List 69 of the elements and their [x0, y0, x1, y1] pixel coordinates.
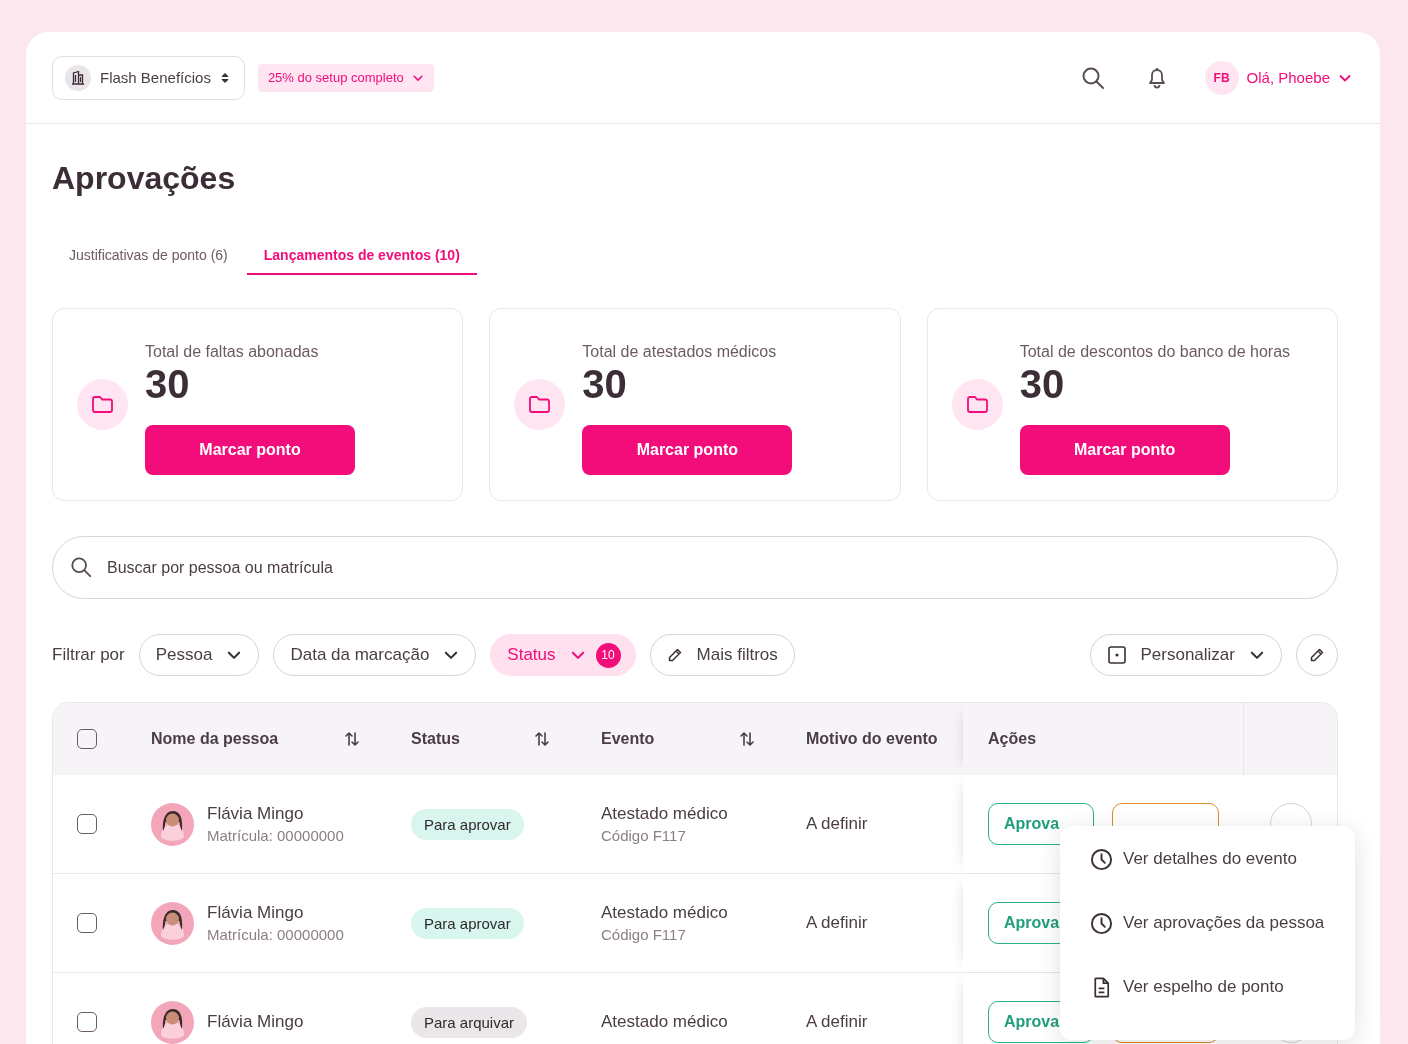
filter-chip[interactable]: Mais filtros [649, 634, 795, 676]
row-checkbox[interactable] [77, 1012, 97, 1032]
building-icon [65, 64, 91, 91]
company-selector[interactable]: Flash Benefícios [52, 55, 245, 100]
event-reason: A definir [806, 913, 868, 933]
filter-label: Filtrar por [52, 645, 125, 665]
filter-chip[interactable]: Data da marcação [273, 634, 477, 676]
event-reason: A definir [806, 1012, 868, 1032]
mark-button[interactable]: Marcar ponto [145, 424, 355, 475]
clock-icon [1090, 911, 1113, 935]
avatar [151, 901, 194, 945]
setup-progress-button[interactable]: 25% do setup completo [257, 63, 434, 92]
event-name: Atestado médico [601, 903, 728, 923]
select-all-checkbox[interactable] [77, 729, 97, 749]
row-checkbox[interactable] [77, 814, 97, 834]
filter-chip[interactable]: Pessoa [138, 634, 260, 676]
avatar [151, 1000, 194, 1044]
column-header: Ações [988, 730, 1037, 748]
folder-icon [77, 379, 128, 430]
row-checkbox[interactable] [77, 913, 97, 933]
column-header: Nome da pessoa [151, 730, 279, 748]
customize-button[interactable]: Personalizar [1089, 634, 1282, 676]
menu-item[interactable]: Ver detalhes do evento [1090, 845, 1355, 873]
pencil-icon [1309, 647, 1325, 663]
edit-button[interactable] [1296, 634, 1338, 676]
page-title: Aprovações [52, 160, 236, 197]
person-name: Flávia Mingo [207, 903, 305, 923]
status-badge: Para aprovar [411, 808, 524, 840]
filter-chip[interactable]: Status 10 [490, 634, 636, 676]
search-icon[interactable] [1080, 65, 1105, 90]
event-code: Código F117 [601, 926, 687, 943]
column-header: Status [411, 730, 460, 748]
sort-icon[interactable] [739, 731, 755, 747]
event-code: Código F117 [601, 827, 687, 844]
mark-button[interactable]: Marcar ponto [1019, 424, 1230, 475]
status-badge: Para aprovar [411, 907, 524, 939]
sort-icon[interactable] [534, 731, 550, 747]
count-badge: 10 [595, 642, 621, 668]
status-badge: Para arquivar [411, 1006, 528, 1038]
search-field[interactable]: Buscar por pessoa ou matrícula [52, 536, 1338, 599]
stat-value: 30 [1019, 362, 1065, 405]
person-name: Flávia Mingo [207, 804, 305, 824]
registration-number: Matrícula: 00000000 [207, 926, 344, 943]
event-name: Atestado médico [601, 1012, 728, 1032]
stat-value: 30 [145, 362, 190, 405]
event-name: Atestado médico [601, 804, 728, 824]
column-header: Evento [601, 730, 655, 748]
clock-icon [1090, 847, 1113, 871]
tab[interactable]: Justificativas de ponto (6) [52, 247, 245, 275]
user-menu-button[interactable]: Olá, Phoebe [1246, 69, 1352, 86]
up-down-caret-icon [219, 70, 230, 85]
stat-title: Total de descontos do banco de horas [1019, 342, 1291, 361]
stat-value: 30 [582, 362, 627, 405]
column-header: Motivo do evento [806, 730, 938, 748]
event-reason: A definir [806, 814, 868, 834]
folder-icon [951, 379, 1003, 430]
search-icon [70, 556, 92, 578]
person-name: Flávia Mingo [207, 1012, 304, 1032]
avatar [151, 802, 194, 846]
user-avatar[interactable]: FB [1204, 60, 1239, 95]
stat-title: Total de faltas abonadas [145, 342, 319, 361]
sort-icon[interactable] [344, 731, 360, 747]
folder-icon [514, 379, 566, 430]
pencil-icon [666, 647, 683, 663]
mark-button[interactable]: Marcar ponto [582, 424, 793, 475]
stat-title: Total de atestados médicos [582, 342, 777, 361]
tab[interactable]: Lançamentos de eventos (10) [246, 247, 477, 275]
menu-item[interactable]: Ver espelho de ponto [1090, 973, 1355, 1001]
registration-number: Matrícula: 00000000 [207, 827, 344, 844]
